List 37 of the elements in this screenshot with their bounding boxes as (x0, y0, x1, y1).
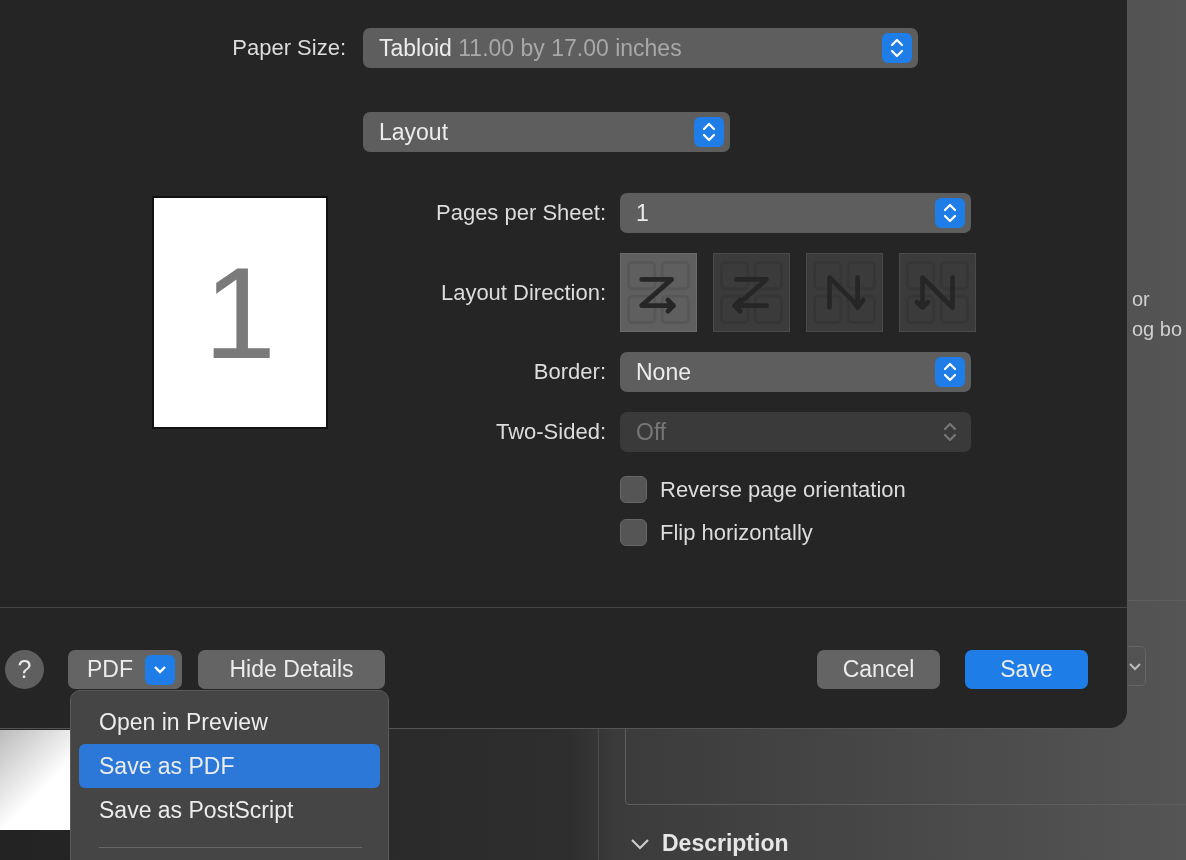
stepper-icon (701, 121, 717, 143)
field-label: Two-Sided: (494, 419, 606, 445)
field-label: Layout Direction: (439, 279, 606, 306)
stepper-icon (942, 202, 958, 224)
checkbox[interactable] (620, 519, 647, 546)
save-button[interactable]: Save (965, 650, 1088, 689)
popup-button[interactable]: Tabloid 11.00 by 17.00 inches (363, 28, 918, 68)
stepper-icon (942, 421, 958, 443)
field-label: Border: (532, 359, 606, 385)
checkbox-label: Reverse page orientation (660, 476, 906, 503)
popup-button[interactable]: Layout (363, 112, 730, 152)
hide-details-button[interactable]: Hide Details (198, 650, 385, 689)
layout-direction-option[interactable] (806, 253, 883, 332)
layout-direction-option[interactable] (620, 253, 697, 332)
background-text: or (1132, 288, 1150, 311)
menu-item[interactable]: Save as PostScript (79, 788, 380, 832)
menu-item[interactable]: Open in Preview (79, 700, 380, 744)
popup-button[interactable]: None (620, 352, 971, 392)
background-text: og bo (1132, 318, 1183, 341)
pdf-menu-button[interactable]: PDF (68, 650, 182, 689)
checkbox-label: Flip horizontally (660, 519, 813, 546)
page-number: 1 (203, 238, 277, 388)
menu-item[interactable]: Save as PDF (79, 744, 380, 788)
layout-direction-option[interactable] (713, 253, 790, 332)
stepper-icon (942, 361, 958, 383)
chevron-icon (153, 664, 167, 675)
chevron-icon[interactable] (630, 836, 650, 851)
layout-direction-option[interactable] (899, 253, 976, 332)
field-label: Paper Size: (231, 35, 346, 61)
popup-button[interactable]: 1 (620, 193, 971, 233)
stepper-icon (889, 37, 905, 59)
checkbox[interactable] (620, 476, 647, 503)
field-label: Pages per Sheet: (435, 200, 606, 226)
chevron-icon (1129, 661, 1141, 671)
section-title: Description (662, 830, 789, 857)
help-button[interactable]: ? (5, 650, 44, 689)
cancel-button[interactable]: Cancel (817, 650, 940, 689)
